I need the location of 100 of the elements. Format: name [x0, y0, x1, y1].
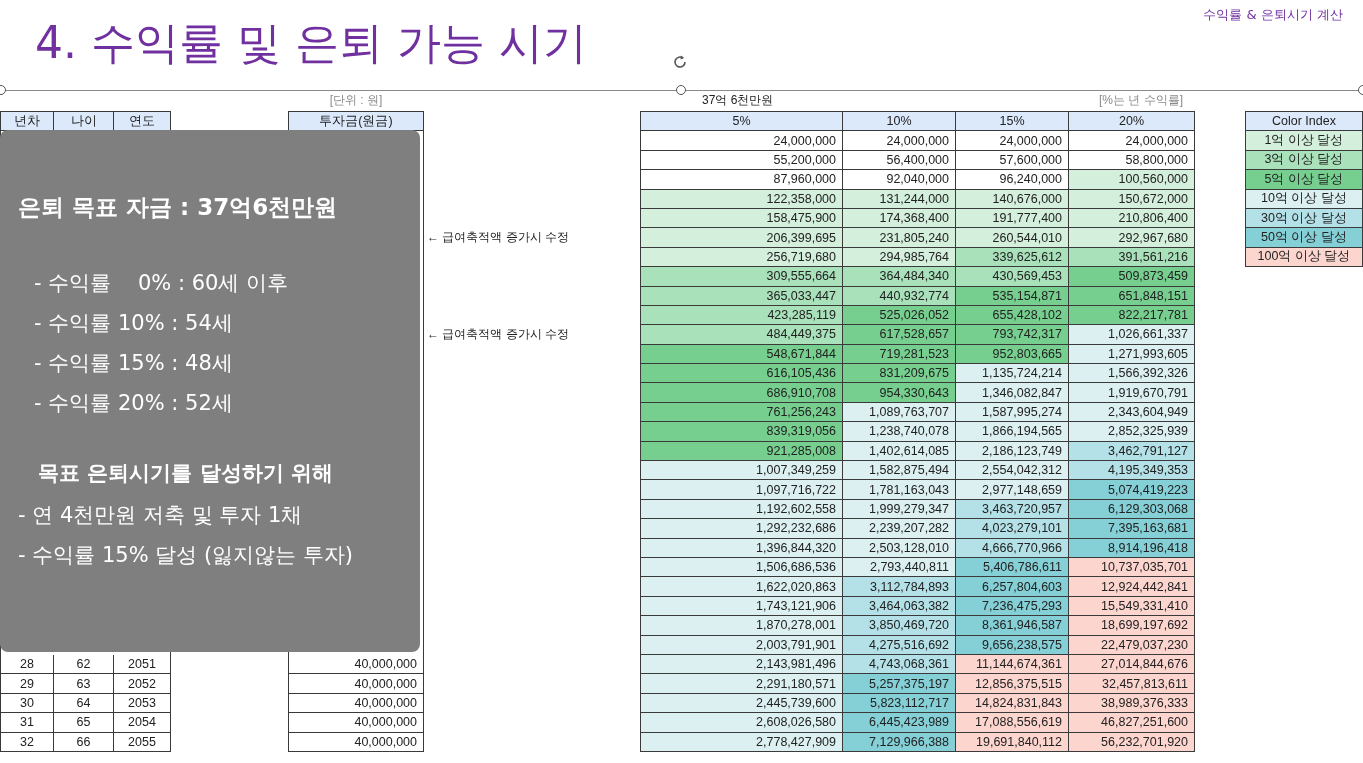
table-cell: 56,400,000: [843, 150, 956, 171]
table-cell: 2054: [114, 713, 171, 733]
table-cell: 1,135,724,214: [956, 364, 1069, 384]
table-cell: 3,464,063,382: [843, 596, 956, 617]
table-cell: 1,870,278,001: [641, 616, 843, 636]
table-cell: 339,625,612: [956, 247, 1069, 268]
table-cell: 2055: [114, 732, 171, 752]
table-cell: 2,291,180,571: [641, 674, 843, 694]
table-cell: 1,781,163,043: [843, 480, 956, 500]
table-cell: 2,608,026,580: [641, 713, 843, 733]
table-cell: 14,824,831,843: [956, 693, 1069, 714]
table-cell: 40,000,000: [289, 693, 424, 714]
table-cell: 46,827,251,600: [1069, 713, 1195, 733]
table-cell: 28: [1, 654, 54, 675]
table-cell: 2,003,791,901: [641, 635, 843, 655]
table-cell: 525,026,052: [843, 305, 956, 326]
summary-point: - 수익률 15% 달성 (잃지않는 투자): [18, 542, 354, 570]
table-cell: 1,743,121,906: [641, 596, 843, 617]
table-cell: 87,960,000: [641, 170, 843, 190]
table-cell: 1,622,020,863: [641, 577, 843, 597]
table-cell: 5,823,112,717: [843, 693, 956, 714]
table-cell: 40,000,000: [289, 674, 424, 694]
table-cell: 11,144,674,361: [956, 654, 1069, 675]
table-cell: 651,848,151: [1069, 286, 1195, 306]
table-cell: 56,232,701,920: [1069, 732, 1195, 752]
table-cell: 617,528,657: [843, 325, 956, 345]
table-cell: 839,319,056: [641, 422, 843, 442]
table-cell: 484,449,375: [641, 325, 843, 345]
summary-point: - 연 4천만원 저축 및 투자 1채: [18, 502, 304, 530]
table-cell: 3,850,469,720: [843, 616, 956, 636]
table-cell: 509,873,459: [1069, 267, 1195, 287]
table-cell: 24,000,000: [956, 131, 1069, 151]
table-cell: 8,361,946,587: [956, 616, 1069, 636]
table-cell: 430,569,453: [956, 267, 1069, 287]
table-cell: 10,737,035,701: [1069, 558, 1195, 578]
table-cell: 1,919,670,791: [1069, 383, 1195, 403]
table-cell: 122,358,000: [641, 189, 843, 209]
table-cell: 2,503,128,010: [843, 538, 956, 558]
table-cell: 1,097,716,722: [641, 480, 843, 500]
column-header: 15%: [956, 112, 1069, 132]
table-cell: 9,656,238,575: [956, 635, 1069, 655]
table-cell: 3,463,720,957: [956, 499, 1069, 520]
table-cell: 2,778,427,909: [641, 732, 843, 752]
table-cell: 6,257,804,603: [956, 577, 1069, 597]
header-label: 수익률 & 은퇴시기 계산: [1203, 6, 1343, 24]
table-cell: 2,445,739,600: [641, 693, 843, 714]
table-cell: 62: [54, 654, 114, 675]
table-cell: 256,719,680: [641, 247, 843, 268]
table-cell: 174,368,400: [843, 208, 956, 229]
slide-title: 4. 수익률 및 은퇴 가능 시기: [35, 16, 587, 70]
table-cell: 260,544,010: [956, 228, 1069, 248]
table-cell: 4,195,349,353: [1069, 461, 1195, 481]
table-cell: 4,743,068,361: [843, 654, 956, 675]
table-cell: 294,985,764: [843, 247, 956, 268]
table-cell: 40,000,000: [289, 732, 424, 752]
table-cell: 954,330,643: [843, 383, 956, 403]
table-cell: 391,561,216: [1069, 247, 1195, 268]
table-cell: 1,402,614,085: [843, 441, 956, 462]
table-cell: 32,457,813,611: [1069, 674, 1195, 694]
table-cell: 2052: [114, 674, 171, 694]
target-label: 37억 6천만원: [702, 92, 774, 109]
summary-subheading: 목표 은퇴시기를 달성하기 위해: [38, 460, 334, 488]
table-cell: 2,239,207,282: [843, 519, 956, 539]
table-cell: 100,560,000: [1069, 170, 1195, 190]
table-cell: 1,396,844,320: [641, 538, 843, 558]
table-cell: 1,582,875,494: [843, 461, 956, 481]
table-cell: 822,217,781: [1069, 305, 1195, 326]
table-cell: 15,549,331,410: [1069, 596, 1195, 617]
table-cell: 8,914,196,418: [1069, 538, 1195, 558]
table-cell: 24,000,000: [843, 131, 956, 151]
table-cell: 64: [54, 693, 114, 714]
table-cell: 150,672,000: [1069, 189, 1195, 209]
table-cell: 1,566,392,326: [1069, 364, 1195, 384]
table-cell: 5,406,786,611: [956, 558, 1069, 578]
unit-label: [단위 : 원]: [329, 92, 383, 109]
table-cell: 18,699,197,692: [1069, 616, 1195, 636]
table-cell: 292,967,680: [1069, 228, 1195, 248]
table-cell: 2051: [114, 654, 171, 675]
column-header: 년차: [1, 112, 54, 132]
table-cell: 6,445,423,989: [843, 713, 956, 733]
column-header: 나이: [54, 112, 114, 132]
table-cell: 17,088,556,619: [956, 713, 1069, 733]
table-cell: 63: [54, 674, 114, 694]
table-cell: 548,671,844: [641, 344, 843, 365]
table-cell: 58,800,000: [1069, 150, 1195, 171]
table-cell: 1,506,686,536: [641, 558, 843, 578]
table-cell: 206,399,695: [641, 228, 843, 248]
table-cell: 29: [1, 674, 54, 694]
table-cell: 92,040,000: [843, 170, 956, 190]
table-cell: 1,271,993,605: [1069, 344, 1195, 365]
table-cell: 3,462,791,127: [1069, 441, 1195, 462]
table-cell: 4,275,516,692: [843, 635, 956, 655]
table-cell: 210,806,400: [1069, 208, 1195, 229]
table-cell: 57,600,000: [956, 150, 1069, 171]
table-cell: 2,977,148,659: [956, 480, 1069, 500]
legend-item: 50억 이상 달성: [1246, 228, 1363, 248]
legend-item: 100억 이상 달성: [1246, 247, 1363, 268]
selection-handle[interactable]: [676, 85, 686, 95]
table-cell: 19,691,840,112: [956, 732, 1069, 752]
table-cell: 364,484,340: [843, 267, 956, 287]
